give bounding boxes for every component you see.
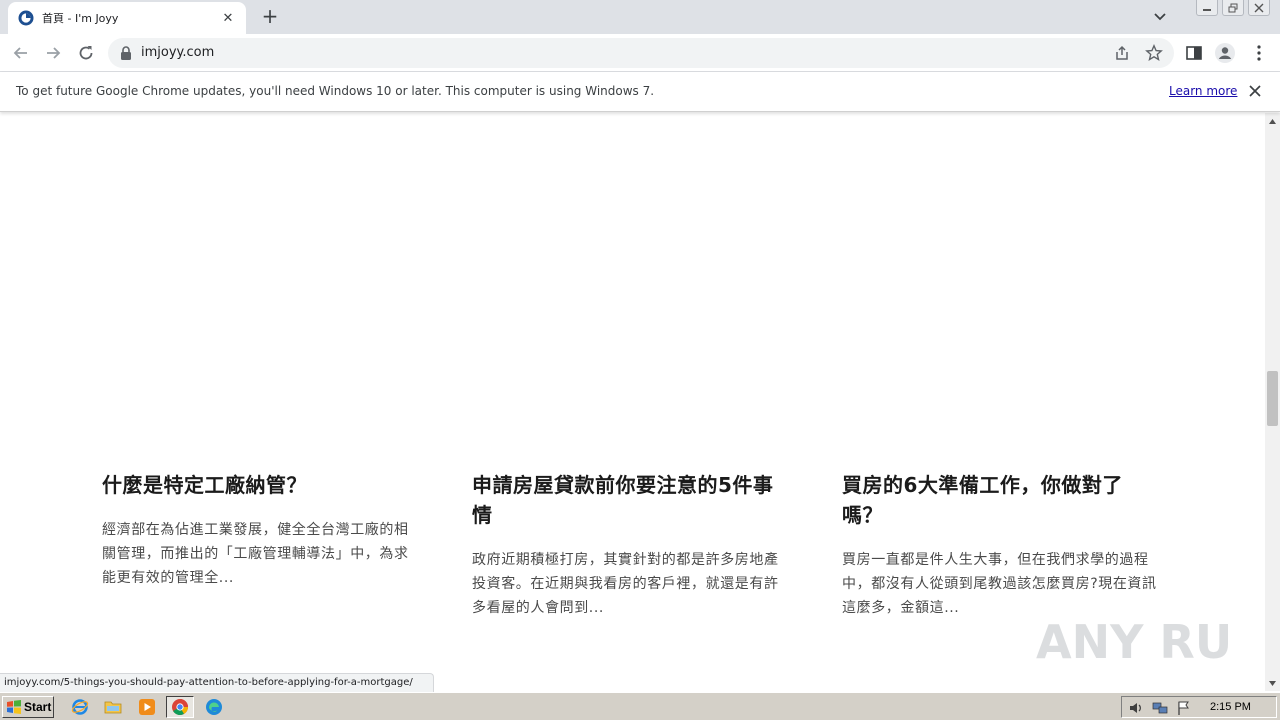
close-window-button[interactable] (1248, 0, 1270, 16)
taskbar-internet-explorer[interactable] (66, 696, 94, 718)
taskbar-edge[interactable] (200, 696, 228, 718)
edge-icon (206, 699, 222, 715)
post-card[interactable]: 買房的6大準備工作，你做對了嗎？ 買房一直都是件人生大事，但在我們求學的過程中，… (842, 470, 1162, 620)
windows-taskbar: Start 2:15 PM (0, 692, 1280, 720)
taskbar-file-explorer[interactable] (99, 696, 127, 718)
post-title[interactable]: 買房的6大準備工作，你做對了嗎？ (842, 470, 1162, 530)
profile-avatar-icon[interactable] (1214, 42, 1236, 64)
network-icon[interactable] (1152, 700, 1168, 716)
infobar-close-icon[interactable] (1248, 84, 1262, 98)
taskbar-chrome[interactable] (166, 696, 194, 718)
scroll-down-arrow-icon[interactable] (1268, 679, 1277, 688)
browser-toolbar: imjoyy.com (0, 34, 1280, 72)
menu-kebab-icon[interactable] (1248, 42, 1270, 64)
folder-icon (104, 701, 122, 714)
chrome-icon (172, 699, 188, 715)
update-infobar: To get future Google Chrome updates, you… (0, 72, 1280, 112)
restore-icon (1228, 3, 1238, 12)
infobar-message: To get future Google Chrome updates, you… (16, 84, 655, 98)
minimize-icon (1203, 8, 1211, 11)
side-panel-icon[interactable] (1183, 42, 1205, 64)
post-card[interactable]: 申請房屋貸款前你要注意的5件事情 政府近期積極打房，其實針對的都是許多房地產投資… (472, 470, 792, 620)
post-title[interactable]: 什麼是特定工廠納管？ (102, 470, 422, 500)
windows-logo-icon (7, 700, 21, 714)
post-excerpt: 政府近期積極打房，其實針對的都是許多房地產投資客。在近期與我看房的客戶裡，就還是… (472, 552, 779, 616)
post-excerpt: 經濟部在為佔進工業發展，健全全台灣工廠的相關管理，而推出的「工廠管理輔導法」中，… (102, 522, 409, 586)
post-title[interactable]: 申請房屋貸款前你要注意的5件事情 (472, 470, 792, 530)
window-controls (1196, 0, 1270, 16)
system-tray: 2:15 PM (1121, 696, 1277, 718)
taskbar-media-player[interactable] (133, 696, 161, 718)
tab-strip: 首頁 - I'm Joyy ✕ + (0, 0, 1280, 34)
internet-explorer-icon (71, 699, 89, 715)
lock-icon[interactable] (120, 46, 132, 60)
back-arrow-icon[interactable] (10, 42, 32, 64)
start-label: Start (24, 700, 52, 714)
post-card[interactable]: 什麼是特定工廠納管？ 經濟部在為佔進工業發展，健全全台灣工廠的相關管理，而推出的… (102, 470, 422, 590)
forward-arrow-icon[interactable] (42, 42, 64, 64)
system-clock[interactable]: 2:15 PM (1210, 701, 1251, 713)
address-bar[interactable]: imjoyy.com (108, 38, 1174, 68)
tab-search-chevron-icon[interactable] (1150, 8, 1170, 26)
url-text[interactable]: imjoyy.com (141, 45, 214, 60)
close-window-icon (1254, 3, 1264, 12)
bookmark-star-icon[interactable] (1145, 44, 1163, 62)
tab-close-icon[interactable]: ✕ (220, 11, 236, 26)
volume-icon[interactable] (1128, 700, 1144, 716)
new-tab-button[interactable]: + (258, 6, 282, 28)
site-favicon-icon (18, 10, 34, 26)
page-scrollbar[interactable] (1265, 113, 1280, 691)
restore-button[interactable] (1222, 0, 1244, 16)
scrollbar-thumb[interactable] (1267, 371, 1278, 426)
reload-icon[interactable] (75, 42, 97, 64)
page-viewport: 什麼是特定工廠納管？ 經濟部在為佔進工業發展，健全全台灣工廠的相關管理，而推出的… (0, 113, 1265, 691)
anyrun-watermark: ANY RUN (1036, 615, 1236, 669)
learn-more-link[interactable]: Learn more (1169, 84, 1237, 98)
link-status-bubble: imjoyy.com/5-things-you-should-pay-atten… (0, 673, 434, 692)
action-center-flag-icon[interactable] (1176, 700, 1192, 716)
tab-title: 首頁 - I'm Joyy (42, 12, 119, 25)
browser-tab[interactable]: 首頁 - I'm Joyy ✕ (8, 2, 246, 34)
start-button[interactable]: Start (2, 696, 54, 718)
scroll-up-arrow-icon[interactable] (1268, 117, 1277, 126)
watermark-text: ANY RUN (1036, 615, 1236, 669)
minimize-button[interactable] (1196, 0, 1218, 16)
share-icon[interactable] (1113, 44, 1131, 62)
media-player-icon (139, 699, 155, 715)
